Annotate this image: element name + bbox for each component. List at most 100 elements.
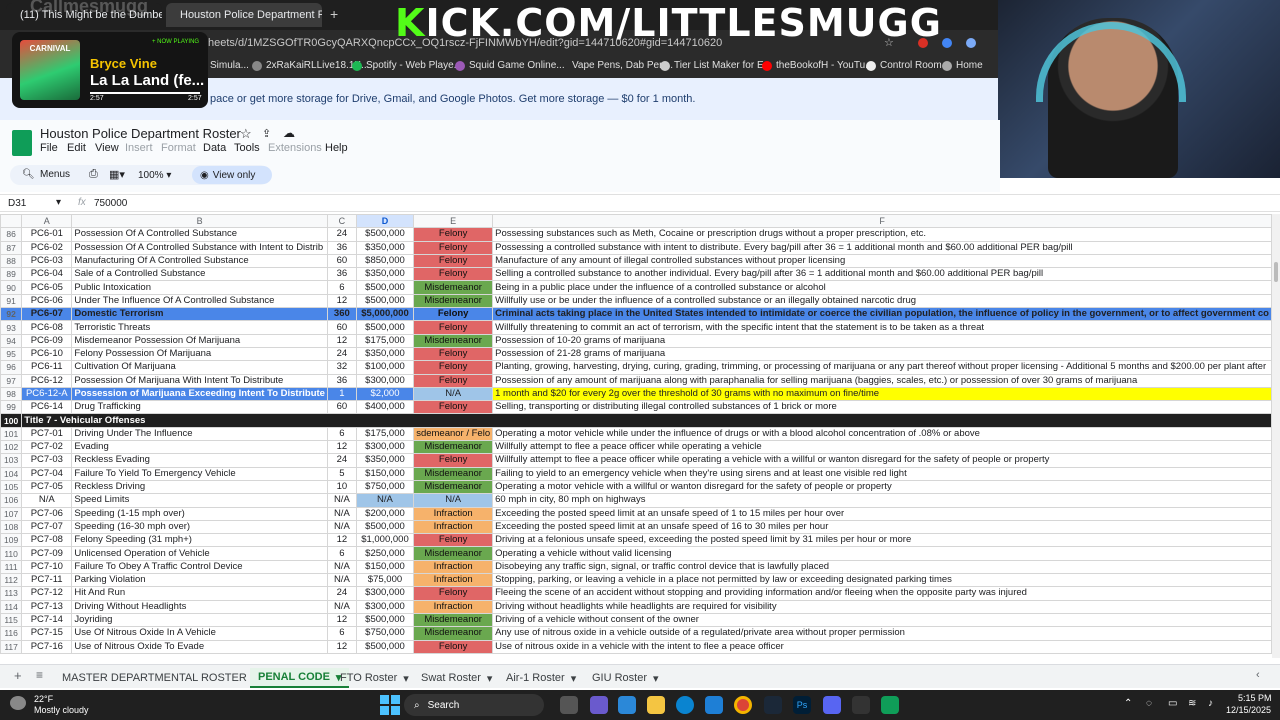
chevron-down-icon[interactable]: ▾ [571, 672, 577, 685]
move-icon[interactable]: ⇪ [262, 127, 271, 140]
cell-a[interactable]: PC7-14 [21, 612, 73, 628]
cell-f[interactable]: Possessing a controlled substance with i… [492, 240, 1272, 255]
doc-title[interactable]: Houston Police Department Roster [40, 126, 241, 141]
cell-b[interactable]: Sale of a Controlled Substance [71, 267, 328, 282]
cell-f[interactable]: 1 month and $20 for every 2g over the th… [492, 386, 1272, 402]
row-number[interactable]: 89 [0, 267, 23, 282]
cell-c[interactable]: 12 [326, 293, 357, 309]
cell-d[interactable]: $500,000 [355, 293, 415, 309]
cell-a[interactable]: PC6-10 [21, 346, 73, 362]
cell-e[interactable]: Misdemeanor [413, 479, 494, 495]
cell-f[interactable]: Possession of 21-28 grams of marijuana [492, 346, 1272, 362]
row-number[interactable]: 95 [0, 346, 23, 362]
cell-b[interactable]: Public Intoxication [71, 280, 328, 295]
cell-d[interactable]: $350,000 [355, 267, 415, 282]
column-header-e[interactable]: E [413, 214, 494, 229]
cell-a[interactable]: PC6-05 [21, 280, 73, 295]
cell-f[interactable]: Any use of nitrous oxide in a vehicle ou… [492, 626, 1272, 641]
cell-e[interactable]: Felony [413, 453, 494, 468]
browser-tab-sheets[interactable]: Houston Police Department Ros ✕ [166, 3, 322, 27]
cell-e[interactable]: Infraction [413, 599, 494, 614]
cell-c[interactable]: 12 [326, 639, 357, 654]
menu-extensions[interactable]: Extensions [268, 142, 322, 154]
bookmark[interactable]: Control Room [866, 60, 942, 71]
cell-d[interactable]: $500,000 [355, 639, 415, 654]
cell-e[interactable]: Misdemeanor [413, 546, 494, 561]
name-box[interactable]: D31 [8, 198, 26, 209]
cell-b[interactable]: Failure To Yield To Emergency Vehicle [71, 466, 328, 481]
bookmark[interactable]: Vape Pens, Dab Pen... [572, 60, 673, 71]
cell-e[interactable]: N/A [413, 493, 494, 508]
cell-b[interactable]: Failure To Obey A Traffic Control Device [71, 559, 328, 575]
network-icon[interactable]: ◌ [1146, 698, 1152, 709]
cell-b[interactable]: Driving Under The Influence [71, 426, 328, 442]
cell-e[interactable]: Felony [413, 639, 494, 654]
menus-search-button[interactable]: Menus [40, 169, 70, 180]
cell-b[interactable]: Possession of Marijuana Exceeding Intent… [71, 386, 328, 402]
menu-help[interactable]: Help [325, 142, 348, 154]
cell-a[interactable]: PC6-12-A [21, 386, 73, 402]
cell-d[interactable]: $350,000 [355, 346, 415, 362]
cell-d[interactable]: $250,000 [355, 546, 415, 561]
cell-c[interactable]: 36 [326, 267, 357, 282]
cell-b[interactable]: Cultivation Of Marijuana [71, 360, 328, 375]
new-tab-button[interactable]: + [330, 6, 338, 22]
cell-c[interactable]: 12 [326, 333, 357, 348]
cell-e[interactable]: Infraction [413, 506, 494, 521]
sheet-tab[interactable]: MASTER DEPARTMENTAL ROSTER▾ [62, 668, 258, 688]
row-number[interactable]: 88 [0, 253, 23, 269]
cell-d[interactable]: $350,000 [355, 240, 415, 255]
cell-e[interactable]: Felony [413, 320, 494, 335]
cell-f[interactable]: Willfully threatening to commit an act o… [492, 320, 1272, 335]
cell-d[interactable]: $200,000 [355, 506, 415, 521]
app-icon[interactable] [618, 696, 636, 714]
cell-a[interactable]: PC7-12 [21, 586, 73, 601]
row-number[interactable]: 94 [0, 333, 23, 348]
cell-a[interactable]: PC6-01 [21, 227, 73, 242]
cell-d[interactable]: $175,000 [355, 426, 415, 442]
row-number[interactable]: 98 [0, 386, 23, 402]
row-number[interactable]: 91 [0, 293, 23, 309]
cell-e[interactable]: Misdemeanor [413, 440, 494, 455]
row-number[interactable]: 86 [0, 227, 23, 242]
cell-f[interactable]: Possessing substances such as Meth, Coca… [492, 227, 1272, 242]
cell-d[interactable]: $500,000 [355, 519, 415, 535]
cell-b[interactable]: Misdemeanor Possession Of Marijuana [71, 333, 328, 348]
app-icon[interactable] [852, 696, 870, 714]
cell-e[interactable]: Misdemeanor [413, 626, 494, 641]
cell-e[interactable]: Felony [413, 346, 494, 362]
row-number[interactable]: 115 [0, 612, 23, 628]
cell-e[interactable]: Felony [413, 400, 494, 415]
cell-c[interactable]: 60 [326, 320, 357, 335]
windows-start-icon[interactable] [380, 695, 400, 715]
row-number[interactable]: 90 [0, 280, 23, 295]
cell-c[interactable]: 60 [326, 400, 357, 415]
sheets-icon[interactable] [881, 696, 899, 714]
steam-icon[interactable] [764, 696, 782, 714]
cell-e[interactable]: Misdemeanor [413, 333, 494, 348]
cell-b[interactable]: Manufacturing Of A Controlled Substance [71, 253, 328, 269]
cell-c[interactable]: N/A [326, 559, 357, 575]
cell-f[interactable]: Stopping, parking, or leaving a vehicle … [492, 573, 1272, 588]
cell-d[interactable]: $500,000 [355, 612, 415, 628]
cell-b[interactable]: Use of Nitrous Oxide To Evade [71, 639, 328, 654]
row-number[interactable]: 110 [0, 546, 23, 561]
cell-c[interactable]: 24 [326, 346, 357, 362]
cell-f[interactable]: Driving without headlights while headlig… [492, 599, 1272, 614]
row-number[interactable]: 103 [0, 453, 23, 468]
cell-a[interactable]: PC6-06 [21, 293, 73, 309]
store-icon[interactable] [705, 696, 723, 714]
sheet-tab[interactable]: Air-1 Roster ▾ [506, 668, 576, 688]
cell-f[interactable]: Selling a controlled substance to anothe… [492, 267, 1272, 282]
row-number[interactable]: 104 [0, 466, 23, 481]
row-number[interactable]: 92 [0, 307, 23, 322]
cell-c[interactable]: 24 [326, 227, 357, 242]
cell-e[interactable]: Misdemeanor [413, 280, 494, 295]
cell-f[interactable]: Selling, transporting or distributing il… [492, 400, 1272, 415]
row-number[interactable]: 97 [0, 373, 23, 388]
row-number[interactable]: 111 [0, 559, 23, 575]
cell-a[interactable]: PC7-10 [21, 559, 73, 575]
cell-a[interactable]: PC7-07 [21, 519, 73, 535]
cell-b[interactable]: Possession Of A Controlled Substance [71, 227, 328, 242]
cell-b[interactable]: Reckless Driving [71, 479, 328, 495]
